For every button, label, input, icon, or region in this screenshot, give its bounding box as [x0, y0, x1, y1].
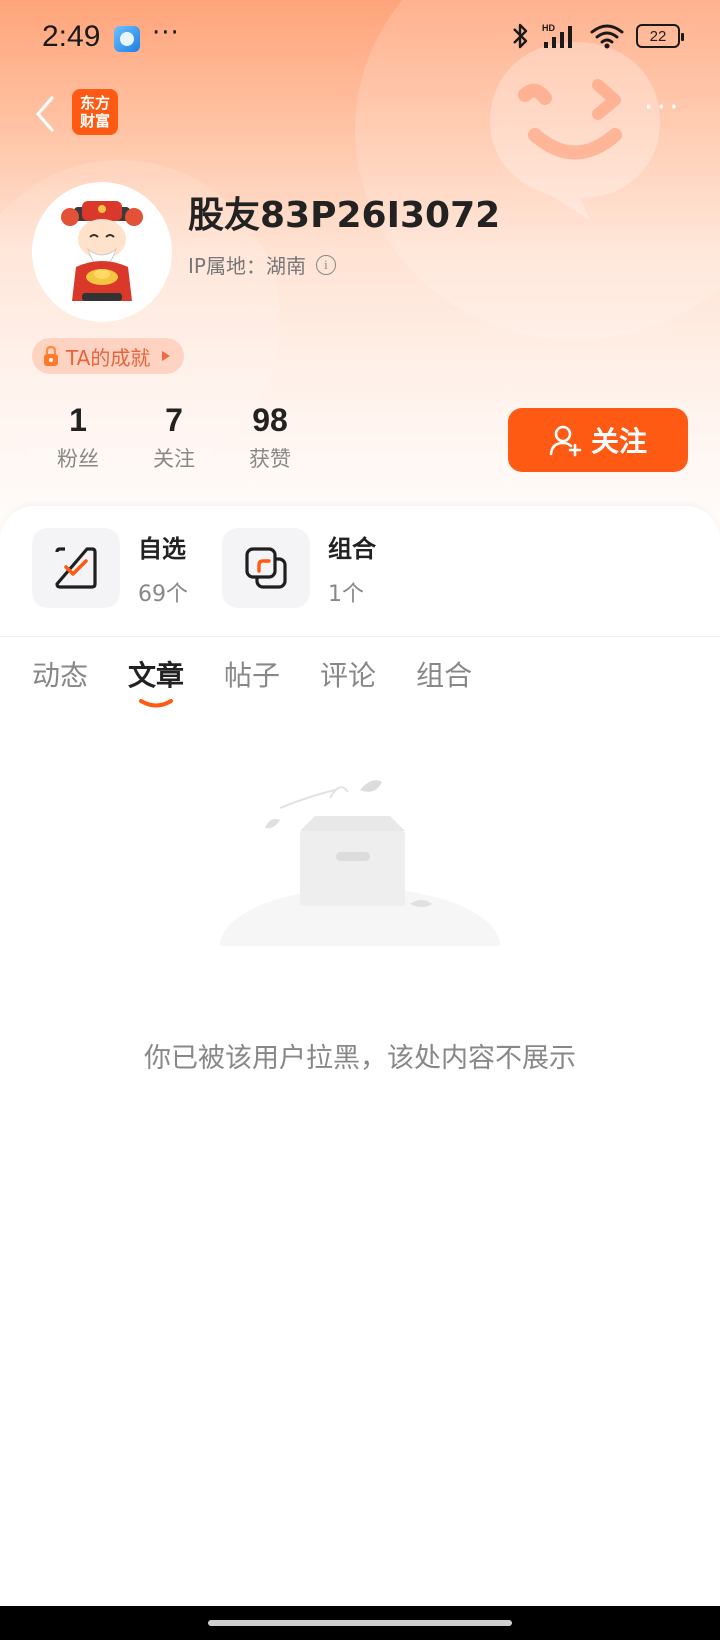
stat-following[interactable]: 7 关注 — [126, 402, 222, 473]
portfolio-title: 组合 — [328, 534, 376, 563]
stat-fans[interactable]: 1 粉丝 — [30, 402, 126, 473]
app-logo[interactable]: 东方 财富 — [72, 89, 118, 135]
achievement-label: TA的成就 — [66, 345, 151, 370]
tab-posts[interactable]: 帖子 — [224, 654, 280, 708]
portfolio-row: 自选 69个 组合 1个 — [32, 528, 376, 608]
status-icons: HD 22 — [510, 22, 684, 50]
stat-value: 98 — [252, 402, 288, 438]
logo-text-line2: 财富 — [79, 112, 110, 130]
portfolio-count: 1个 — [328, 581, 364, 607]
watchlist-count: 69个 — [138, 581, 188, 607]
divider — [0, 636, 720, 637]
profile-stats: 1 粉丝 7 关注 98 获赞 — [30, 402, 318, 473]
svg-text:HD: HD — [542, 23, 555, 33]
browser-app-icon — [114, 26, 140, 52]
stat-value: 7 — [165, 402, 183, 438]
status-time: 2:49 — [42, 20, 101, 53]
tab-activity[interactable]: 动态 — [32, 654, 88, 708]
tab-label: 组合 — [416, 659, 473, 692]
battery-level: 22 — [649, 27, 667, 45]
chevron-right-icon — [162, 351, 171, 361]
signal-icon: HD — [542, 23, 572, 48]
empty-box-illustration — [210, 780, 510, 966]
portfolio-entry[interactable]: 组合 1个 — [222, 528, 376, 608]
content-tabs: 动态 文章 帖子 评论 组合 — [32, 654, 472, 708]
portfolio-stack-icon — [245, 547, 287, 589]
ip-location-row: IP属地：湖南 i — [188, 250, 336, 279]
username: 股友83P26I3072 — [188, 195, 501, 236]
watchlist-entry[interactable]: 自选 69个 — [32, 528, 188, 608]
top-navigation: 东方 财富 ··· — [0, 80, 720, 146]
follow-button[interactable]: 关注 — [508, 408, 688, 472]
stat-value: 1 — [69, 402, 87, 438]
notification-more-icon: ··· — [152, 18, 180, 48]
avatar[interactable] — [32, 182, 172, 322]
bluetooth-icon — [513, 23, 528, 49]
tab-label: 文章 — [128, 659, 185, 692]
achievement-button[interactable]: TA的成就 — [32, 338, 185, 374]
lock-icon — [44, 345, 58, 366]
home-indicator[interactable] — [208, 1620, 512, 1626]
portfolio-icon-box — [222, 528, 310, 608]
tab-label: 动态 — [32, 659, 89, 692]
tab-articles[interactable]: 文章 — [128, 654, 184, 708]
empty-state-message: 你已被该用户拉黑，该处内容不展示 — [144, 1043, 576, 1074]
active-tab-indicator — [139, 699, 174, 708]
tab-portfolios[interactable]: 组合 — [416, 654, 472, 708]
watchlist-check-icon — [55, 547, 97, 589]
stat-label: 粉丝 — [57, 447, 99, 471]
more-options-icon[interactable]: ··· — [644, 90, 682, 125]
follow-button-label: 关注 — [590, 425, 647, 458]
wifi-icon — [590, 24, 624, 49]
info-icon[interactable]: i — [315, 254, 336, 275]
content-card: 自选 69个 组合 1个 动态 文章 帖子 评论 组合 你已被该用户拉黑，该处内… — [0, 506, 720, 1606]
stat-likes[interactable]: 98 获赞 — [222, 402, 318, 473]
status-bar: 2:49 ··· HD 22 — [0, 0, 720, 78]
logo-text-line1: 东方 — [79, 94, 110, 112]
tab-label: 帖子 — [224, 659, 281, 692]
tab-comments[interactable]: 评论 — [320, 654, 376, 708]
add-user-icon — [549, 425, 582, 457]
back-arrow-icon[interactable] — [30, 94, 60, 134]
god-of-wealth-avatar-icon — [61, 201, 143, 301]
battery-icon: 22 — [636, 24, 684, 48]
watchlist-title: 自选 — [138, 534, 186, 563]
ip-location: IP属地：湖南 — [188, 254, 306, 278]
tab-label: 评论 — [320, 659, 377, 692]
stat-label: 获赞 — [249, 447, 291, 471]
watchlist-icon-box — [32, 528, 120, 608]
stat-label: 关注 — [153, 447, 195, 471]
